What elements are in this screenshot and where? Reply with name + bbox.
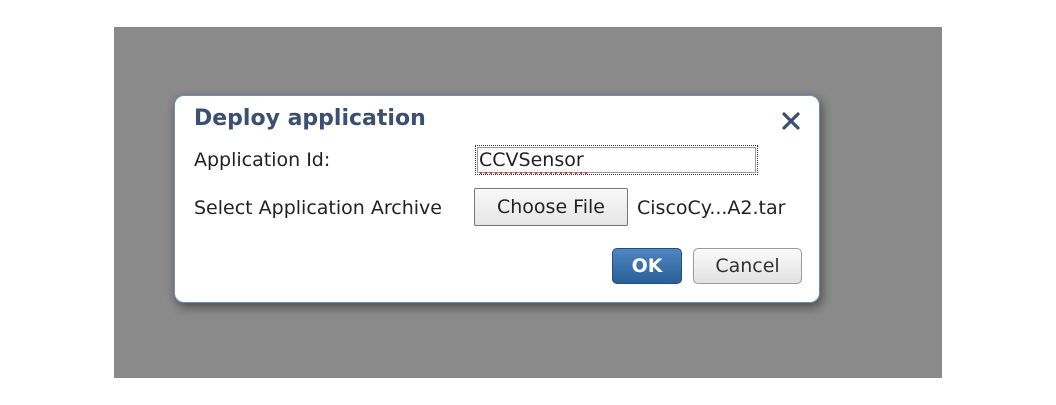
close-icon [782,112,800,130]
cancel-button[interactable]: Cancel [693,248,802,284]
selected-file-name: CiscoCy...A2.tar [637,197,786,219]
application-archive-label: Select Application Archive [194,197,442,219]
ok-button[interactable]: OK [612,248,682,284]
application-id-input[interactable] [475,145,758,175]
close-button[interactable] [778,108,804,134]
dialog-title: Deploy application [194,106,426,131]
deploy-application-dialog: Deploy application Application Id: Selec… [174,95,820,303]
application-id-label: Application Id: [194,149,331,171]
choose-file-button[interactable]: Choose File [474,188,628,226]
